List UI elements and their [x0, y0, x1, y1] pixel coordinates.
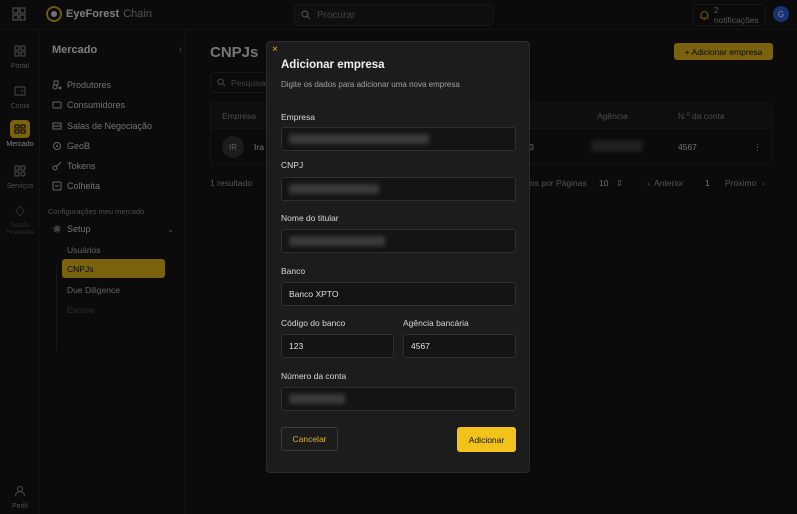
app-root: EyeForest Chain Procurar 2 notificações …	[0, 0, 797, 514]
empresa-input[interactable]	[281, 127, 516, 151]
titular-label: Nome do titular	[281, 213, 339, 223]
modal-title: Adicionar empresa	[281, 59, 385, 71]
cnpj-label: CNPJ	[281, 160, 304, 170]
modal-description: Digite os dados para adicionar uma nova …	[281, 80, 460, 89]
conta-input[interactable]	[281, 387, 516, 411]
codigo-banco-label: Código do banco	[281, 318, 346, 328]
empresa-label: Empresa	[281, 112, 316, 122]
conta-label: Número da conta	[281, 371, 347, 381]
agencia-label: Agência bancária	[403, 318, 469, 328]
redacted-value	[289, 236, 385, 246]
codigo-banco-input[interactable]: 123	[281, 334, 394, 358]
add-company-modal: × Adicionar empresa Digite os dados para…	[266, 41, 530, 473]
agencia-input[interactable]: 4567	[403, 334, 516, 358]
cancel-button[interactable]: Cancelar	[281, 427, 338, 451]
banco-input[interactable]: Banco XPTO	[281, 282, 516, 306]
cnpj-input[interactable]	[281, 177, 516, 201]
banco-label: Banco	[281, 266, 306, 276]
redacted-value	[289, 394, 345, 404]
close-icon[interactable]: ×	[272, 44, 278, 55]
submit-add-button[interactable]: Adicionar	[457, 427, 516, 452]
titular-input[interactable]	[281, 229, 516, 253]
redacted-value	[289, 184, 379, 194]
redacted-value	[289, 134, 429, 144]
